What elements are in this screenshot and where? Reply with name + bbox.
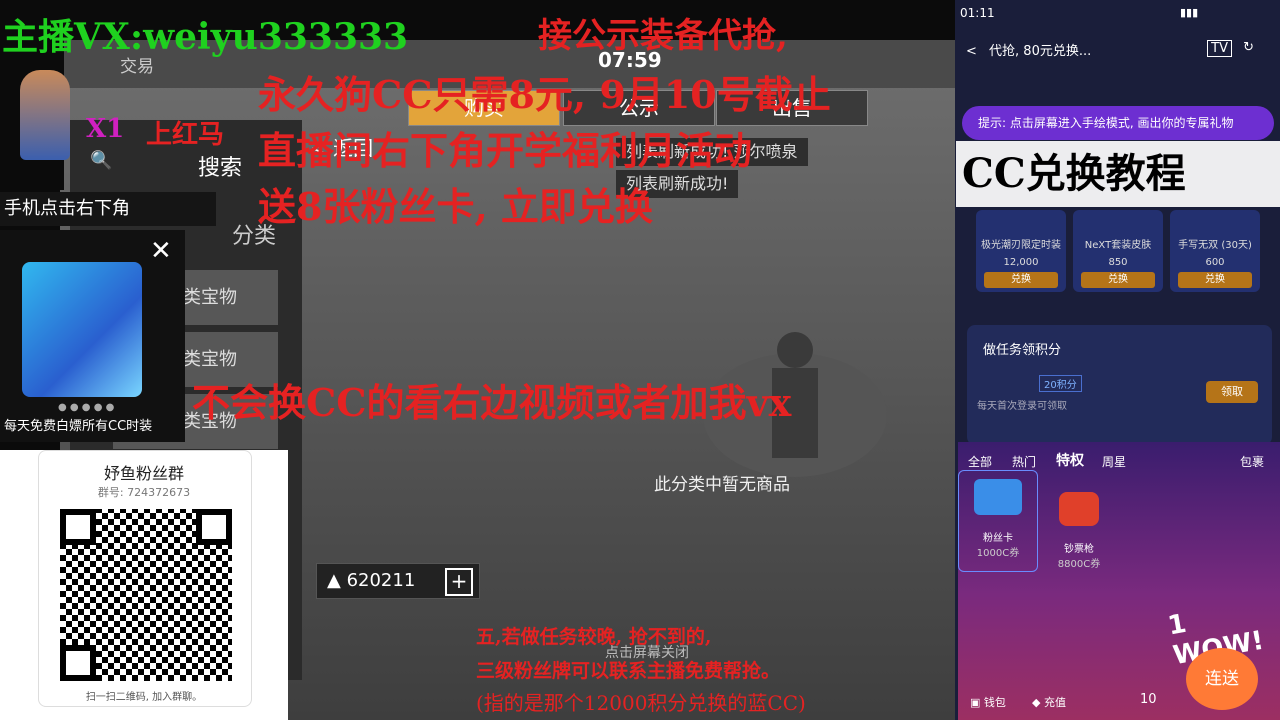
promo-line-2: 直播间右下角开学福利月活动: [258, 128, 753, 173]
refresh-icon[interactable]: ↻: [1243, 40, 1254, 55]
cc-tutorial-title: CC兑换教程: [956, 141, 1280, 207]
bottom-line-3: (指的是那个12000积分兑换的蓝CC): [476, 691, 806, 715]
phone-header: < 代抢, 80元兑换... TV ↻: [958, 40, 1278, 70]
task-desc: 每天首次登录可领取: [977, 401, 1067, 412]
claim-button[interactable]: 领取: [1206, 381, 1258, 403]
promo-line-3: 送8张粉丝卡, 立即兑换: [258, 184, 653, 229]
fan-card-icon: [974, 479, 1022, 515]
exchange-card: 手写无双 (30天) 600 兑换: [1170, 210, 1260, 292]
close-icon[interactable]: ✕: [150, 236, 172, 266]
qr-title: 妤鱼粉丝群: [103, 464, 184, 483]
gift-tab-weekly[interactable]: 周星: [1102, 453, 1126, 470]
coin-value: 620211: [346, 570, 416, 591]
gift-tab-all[interactable]: 全部: [968, 453, 992, 470]
card-price: 12,000: [1003, 257, 1039, 268]
send-button[interactable]: 连送: [1186, 648, 1258, 710]
promo-line-1: 永久狗CC只需8元, 9月10号截止: [258, 72, 831, 117]
recharge-button[interactable]: ◆ 充值: [1032, 694, 1066, 710]
empty-message: 此分类中暂无商品: [654, 475, 790, 495]
wallet-button[interactable]: ▣ 钱包: [970, 694, 1006, 710]
coin-icon: ▲: [327, 570, 341, 591]
money-gun-icon: [1059, 492, 1099, 526]
exchange-card: NeXT套装皮肤 850 兑换: [1073, 210, 1163, 292]
exchange-card: 极光潮刃限定时装 12,000 兑换: [976, 210, 1066, 292]
help-line: 不会换CC的看右边视频或者加我vx: [192, 380, 792, 425]
battery-icon: ▮▮▮: [1180, 6, 1199, 19]
bottom-line-1: 五,若做任务较晚, 抢不到的,: [476, 626, 712, 648]
gift-name: 粉丝卡: [983, 533, 1013, 544]
exchange-button[interactable]: 兑换: [984, 272, 1058, 288]
card-price: 850: [1108, 257, 1128, 268]
recharge-label: 充值: [1043, 696, 1066, 709]
streamer-vx: 主播VX:weiyu333333: [2, 16, 409, 58]
wallet-label: 钱包: [983, 696, 1006, 709]
gift-name: 钞票枪: [1064, 544, 1094, 555]
qr-corner: [60, 509, 96, 545]
gift-fan-card[interactable]: 粉丝卡 1000C券: [958, 470, 1038, 572]
qr-corner: [196, 509, 232, 545]
task-title: 做任务领积分: [983, 343, 1062, 358]
gift-count[interactable]: 10: [1140, 692, 1157, 707]
wallet-icon: ▣: [970, 696, 981, 709]
gift-price: 1000C券: [976, 548, 1020, 559]
notice-text: 接公示装备代抢,: [538, 16, 788, 56]
gift-price: 8800C券: [1057, 559, 1101, 570]
ad-caption: 每天免费白嫖所有CC时装: [4, 419, 153, 434]
task-badge: 20积分: [1039, 375, 1082, 392]
drawing-tip[interactable]: 提示: 点击屏幕进入手绘模式, 画出你的专属礼物: [962, 106, 1274, 140]
x1-label: X1: [86, 114, 125, 144]
add-coin-button[interactable]: +: [445, 568, 473, 596]
qr-hint: 扫一扫二维码, 加入群聊。: [85, 692, 203, 703]
coin-balance: ▲ 620211 +: [316, 563, 480, 599]
diamond-icon: ◆: [1032, 696, 1041, 709]
exchange-button[interactable]: 兑换: [1081, 272, 1155, 288]
back-icon[interactable]: <: [966, 44, 977, 59]
ad-image[interactable]: [22, 262, 142, 397]
card-name: 极光潮刃限定时装: [981, 240, 1061, 251]
gift-money-gun[interactable]: 钞票枪 8800C券: [1040, 470, 1118, 570]
search-label[interactable]: 搜索: [198, 150, 242, 182]
task-section: 做任务领积分 20积分 每天首次登录可领取 领取: [967, 325, 1272, 445]
card-price: 600: [1205, 257, 1225, 268]
qr-corner: [60, 645, 96, 681]
gift-pack[interactable]: 包裹: [1240, 453, 1264, 470]
phone-hint: 手机点击右下角: [0, 192, 216, 226]
status-time: 01:11: [960, 6, 995, 20]
search-icon[interactable]: 🔍: [90, 150, 112, 171]
phone-header-title: 代抢, 80元兑换...: [989, 44, 1092, 59]
hongma-label: 上红马: [146, 120, 225, 150]
phone-bottom-bar: ▣ 钱包 ◆ 充值 10: [962, 688, 1192, 716]
card-name: NeXT套装皮肤: [1084, 240, 1152, 251]
tv-icon[interactable]: TV: [1207, 40, 1232, 57]
card-name: 手写无双 (30天): [1178, 240, 1252, 251]
bottom-line-2: 三级粉丝牌可以联系主播免费帮抢。: [476, 660, 781, 682]
avatar: [20, 70, 70, 160]
qr-group-number: 群号: 724372673: [97, 486, 191, 499]
exchange-button[interactable]: 兑换: [1178, 272, 1252, 288]
gift-tab-privilege[interactable]: 特权: [1056, 450, 1084, 470]
gift-tab-hot[interactable]: 热门: [1012, 453, 1036, 470]
carousel-dots: ● ● ● ● ●: [58, 402, 115, 413]
